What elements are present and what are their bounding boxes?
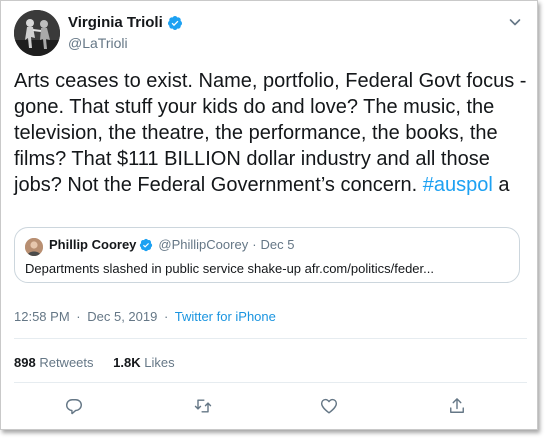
tweet-trailing: a [498, 174, 510, 196]
share-icon[interactable] [447, 396, 467, 416]
author-name-row[interactable]: Virginia Trioli [68, 14, 183, 31]
avatar[interactable] [14, 10, 60, 56]
author-handle[interactable]: @LaTrioli [68, 35, 128, 51]
quoted-header: Phillip Coorey @PhillipCoorey · Dec 5 [49, 237, 295, 252]
likes-label: Likes [144, 355, 175, 370]
divider [14, 338, 527, 339]
retweets-stat[interactable]: 898 Retweets [14, 355, 97, 370]
like-icon[interactable] [319, 396, 339, 416]
quoted-avatar [25, 238, 43, 256]
tweet-meta: 12:58 PM · Dec 5, 2019 · Twitter for iPh… [14, 309, 276, 324]
quoted-separator: · [252, 237, 257, 252]
quoted-tweet[interactable]: Phillip Coorey @PhillipCoorey · Dec 5 De… [14, 227, 520, 283]
quoted-date: Dec 5 [260, 237, 295, 252]
divider [14, 382, 527, 383]
retweets-count: 898 [14, 355, 36, 370]
tweet-date[interactable]: Dec 5, 2019 [87, 309, 157, 324]
tweet-time[interactable]: 12:58 PM [14, 309, 70, 324]
meta-separator: · [76, 309, 81, 324]
reply-icon[interactable] [64, 396, 84, 416]
avatar-image [14, 10, 60, 56]
likes-stat[interactable]: 1.8K Likes [113, 355, 174, 370]
verified-badge-icon [140, 238, 153, 251]
tweet-stats: 898 Retweets 1.8K Likes [14, 355, 175, 370]
quoted-author-name: Phillip Coorey [49, 237, 137, 252]
tweet-text: Arts ceases to exist. Name, portfolio, F… [14, 68, 529, 198]
tweet-card: Virginia Trioli @LaTrioli Arts ceases to… [0, 0, 538, 430]
tweet-source-link[interactable]: Twitter for iPhone [175, 309, 276, 324]
retweets-label: Retweets [39, 355, 94, 370]
meta-separator-2: · [163, 309, 169, 324]
chevron-down-icon[interactable] [507, 14, 523, 30]
verified-badge-icon [167, 15, 182, 30]
retweet-icon[interactable] [193, 396, 213, 416]
quoted-text: Departments slashed in public service sh… [25, 261, 434, 276]
quoted-author-handle: @PhillipCoorey [158, 237, 249, 252]
hashtag-link[interactable]: #auspol [423, 174, 493, 196]
author-name[interactable]: Virginia Trioli [68, 14, 163, 31]
quoted-avatar-image [25, 238, 43, 256]
likes-count: 1.8K [113, 355, 141, 370]
